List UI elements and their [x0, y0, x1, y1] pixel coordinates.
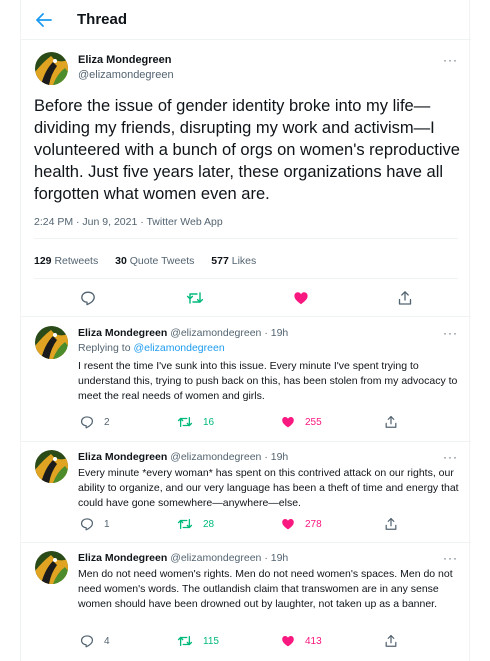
avatar[interactable] — [35, 52, 68, 85]
likes-label: Likes — [231, 255, 257, 267]
reply-text: Men do not need women's rights. Men do n… — [78, 568, 453, 610]
quotes-label: Quote Tweets — [129, 255, 195, 267]
more-icon[interactable]: ··· — [443, 54, 458, 66]
share-button[interactable] — [397, 290, 413, 306]
reply-time[interactable]: · 19h — [264, 327, 288, 339]
author-handle[interactable]: @elizamondegreen — [78, 69, 174, 81]
like-icon — [282, 636, 294, 647]
reply-tweet[interactable]: Eliza Mondegreen @elizamondegreen · 19h … — [21, 543, 471, 661]
retweet-count: 16 — [203, 416, 215, 428]
like-button[interactable]: 255 — [281, 415, 322, 429]
reply-actions: 4 115 413 — [21, 634, 471, 650]
replying-to: Replying to @elizamondegreen — [78, 342, 225, 354]
like-count: 255 — [305, 416, 322, 428]
reply-header: Eliza Mondegreen @elizamondegreen · 19h — [78, 327, 288, 339]
quotes-count: 30 — [115, 255, 127, 267]
retweet-icon — [177, 635, 193, 647]
quotes-stat[interactable]: 30 Quote Tweets — [115, 255, 194, 267]
share-icon — [385, 634, 397, 647]
author-handle[interactable]: @elizamondegreen — [170, 451, 261, 463]
reply-count: 2 — [104, 416, 110, 428]
reply-tweet[interactable]: Eliza Mondegreen @elizamondegreen · 19h … — [21, 442, 471, 543]
retweet-icon — [186, 292, 204, 304]
author-name[interactable]: Eliza Mondegreen — [78, 327, 167, 339]
retweet-icon — [177, 518, 193, 530]
author-name[interactable]: Eliza Mondegreen — [78, 54, 172, 66]
reply-header: Eliza Mondegreen @elizamondegreen · 19h — [78, 552, 288, 564]
like-button[interactable]: 278 — [281, 517, 322, 531]
avatar[interactable] — [35, 450, 68, 483]
like-icon — [282, 519, 294, 530]
reply-time[interactable]: · 19h — [264, 451, 288, 463]
more-icon[interactable]: ··· — [443, 552, 458, 564]
like-button[interactable]: 413 — [281, 634, 322, 648]
author-name[interactable]: Eliza Mondegreen — [78, 451, 167, 463]
like-icon — [282, 417, 294, 428]
retweet-button[interactable]: 28 — [177, 517, 214, 531]
retweets-count: 129 — [34, 255, 52, 267]
thread-column: Thread Eliza Mondegreen @elizamondegreen… — [20, 0, 471, 661]
tweet-text: Before the issue of gender identity brok… — [34, 97, 460, 203]
reply-header: Eliza Mondegreen @elizamondegreen · 19h — [78, 451, 288, 463]
replying-to-link[interactable]: @elizamondegreen — [133, 342, 224, 354]
share-icon — [385, 415, 397, 428]
reply-icon — [81, 291, 95, 306]
reply-count: 4 — [104, 635, 110, 647]
retweets-stat[interactable]: 129 Retweets — [34, 255, 98, 267]
reply-actions: 2 16 255 — [21, 415, 471, 431]
reply-text: I resent the time I've sunk into this is… — [78, 360, 458, 402]
share-button[interactable] — [384, 634, 398, 648]
reply-tweet[interactable]: Eliza Mondegreen @elizamondegreen · 19h … — [21, 318, 471, 442]
reply-icon — [80, 518, 94, 531]
reply-icon — [80, 416, 94, 429]
tweet-meta[interactable]: 2:24 PM · Jun 9, 2021 · Twitter Web App — [34, 216, 223, 228]
replying-label: Replying to — [78, 342, 131, 354]
more-icon[interactable]: ··· — [443, 451, 458, 463]
back-arrow-icon[interactable] — [29, 5, 59, 35]
avatar[interactable] — [35, 551, 68, 584]
retweet-button[interactable]: 115 — [177, 634, 219, 648]
likes-stat[interactable]: 577 Likes — [211, 255, 256, 267]
avatar[interactable] — [35, 326, 68, 359]
like-count: 413 — [305, 635, 322, 647]
share-button[interactable] — [384, 415, 398, 429]
reply-count: 1 — [104, 518, 110, 530]
retweets-label: Retweets — [54, 255, 99, 267]
share-icon — [385, 517, 397, 530]
share-icon — [398, 291, 412, 305]
divider — [34, 238, 458, 239]
reply-button[interactable]: 4 — [80, 634, 110, 648]
retweet-count: 28 — [203, 518, 215, 530]
reply-actions: 1 28 278 — [21, 517, 471, 533]
likes-count: 577 — [211, 255, 229, 267]
divider — [34, 278, 458, 279]
author-handle[interactable]: @elizamondegreen — [170, 552, 261, 564]
author-handle[interactable]: @elizamondegreen — [170, 327, 261, 339]
like-icon — [294, 292, 308, 305]
reply-time[interactable]: · 19h — [264, 552, 288, 564]
page-title: Thread — [77, 11, 128, 28]
tweet-stats: 129 Retweets 30 Quote Tweets 577 Likes — [34, 255, 270, 267]
like-button[interactable] — [293, 290, 309, 306]
more-icon[interactable]: ··· — [443, 327, 458, 339]
retweet-button[interactable] — [186, 290, 204, 306]
reply-text: Every minute *every woman* has spent on … — [78, 467, 459, 509]
author-name[interactable]: Eliza Mondegreen — [78, 552, 167, 564]
main-tweet: Eliza Mondegreen @elizamondegreen ··· Be… — [21, 40, 471, 317]
like-count: 278 — [305, 518, 322, 530]
reply-button[interactable]: 1 — [80, 517, 110, 531]
tweet-actions — [21, 288, 471, 308]
reply-icon — [80, 635, 94, 648]
retweet-button[interactable]: 16 — [177, 415, 214, 429]
share-button[interactable] — [384, 517, 398, 531]
retweet-count: 115 — [203, 635, 219, 647]
retweet-icon — [177, 416, 193, 428]
reply-button[interactable] — [80, 290, 96, 306]
thread-header: Thread — [21, 0, 471, 40]
reply-button[interactable]: 2 — [80, 415, 110, 429]
